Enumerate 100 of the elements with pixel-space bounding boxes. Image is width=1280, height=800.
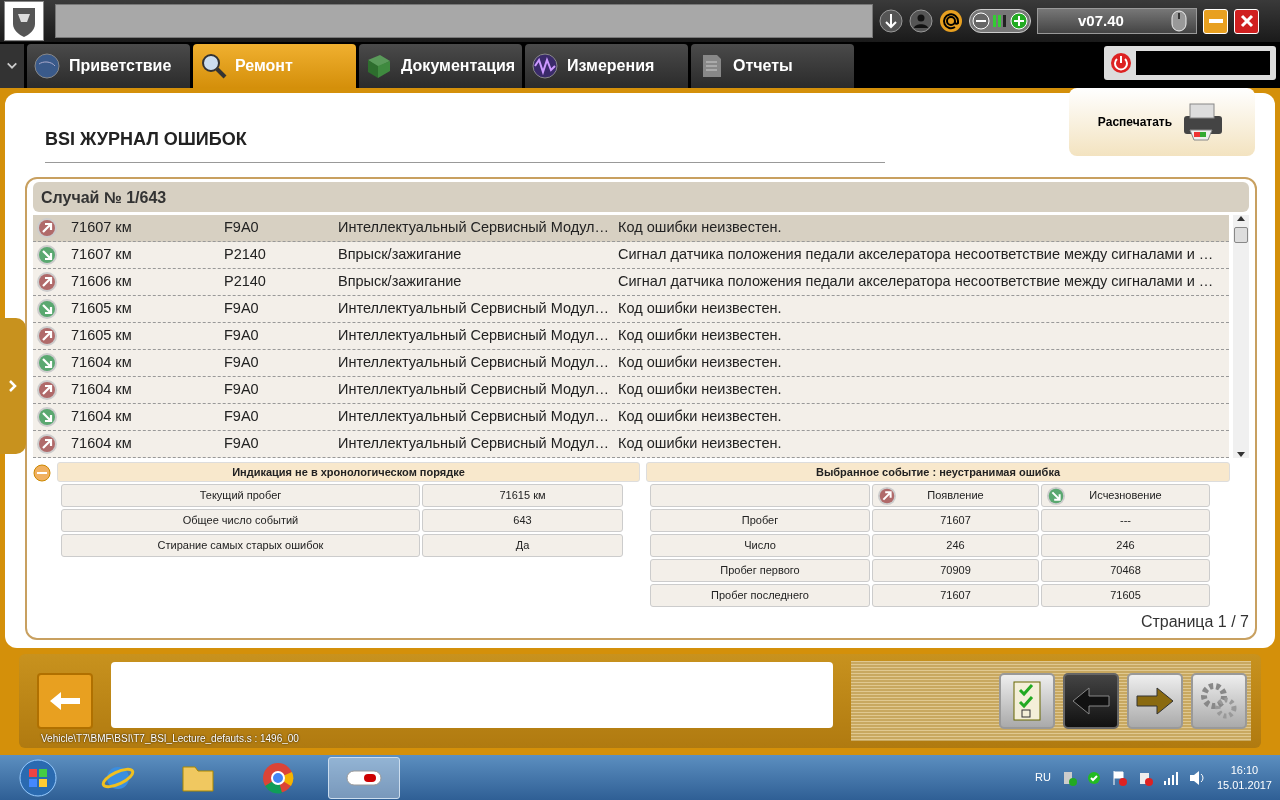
windows-logo-icon [19,758,57,797]
search-icon [199,52,227,80]
code-cell-text: F9A0 [224,326,260,346]
check-icon[interactable] [1086,770,1101,785]
system-cell-text: Впрыск/зажигание [338,272,463,292]
code-cell-text: F9A0 [224,218,260,238]
fault-row[interactable]: 71604 км F9A0 Интеллектуальный Сервисный Модул… Код ошибки неизвестен. [33,404,1229,431]
signal-icon[interactable] [1162,770,1179,785]
system-cell-text: Интеллектуальный Сервисный Модул… [338,407,611,427]
label-cell: Пробег последнего [650,584,870,607]
value-cell: 643 [422,509,623,532]
fault-row[interactable]: 71605 км F9A0 Интеллектуальный Сервисный Модул… Код ошибки неизвестен. [33,323,1229,350]
value-cell: 71615 км [422,484,623,507]
print-button[interactable]: Распечатать [1069,88,1255,156]
right-arrow-icon [1135,686,1175,716]
fault-row[interactable]: 71604 км F9A0 Интеллектуальный Сервисный Модул… Код ошибки неизвестен. [33,431,1229,458]
mileage-cell-text: 71606 км [71,272,133,292]
mileage-cell-text: 71604 км [71,407,133,427]
user-icon[interactable] [909,9,933,33]
clock[interactable]: 16:10 15.01.2017 [1216,762,1272,793]
checklist-button[interactable] [999,673,1055,729]
close-button[interactable] [1234,8,1259,34]
code-cell-text: P2140 [224,272,267,292]
column-header: Появление [872,484,1039,507]
description-cell-text: Код ошибки неизвестен. [618,326,783,346]
fault-row[interactable]: 71605 км F9A0 Интеллектуальный Сервисный Модул… Код ошибки неизвестен. [33,296,1229,323]
value-cell: 70909 [872,559,1039,582]
minimize-button[interactable] [1203,8,1228,34]
power-icon[interactable] [1110,52,1132,74]
menu-chevron-button[interactable] [0,44,24,88]
plus-icon[interactable] [1010,12,1028,30]
previous-button[interactable] [1063,673,1119,729]
left-arrow-icon [48,690,82,712]
description-cell-text: Код ошибки неизвестен. [618,407,783,427]
description-cell-text: Сигнал датчика положения педали акселератора несоответствие между сигналами и … [618,272,1215,292]
speaker-icon[interactable] [1188,769,1207,786]
language-indicator[interactable]: RU [1035,769,1051,786]
label-cell: Стирание самых старых ошибок [61,534,420,557]
script-path: Vehicle\T7\BMF\BSI\T7_BSI_Lecture_defauts.s : 1496_00 [41,732,299,746]
waveform-icon [531,52,559,80]
scroll-down-icon[interactable] [1237,452,1245,458]
settings-button[interactable] [1191,673,1247,729]
section-header: Выбранное событие : неустранимая ошибка [646,462,1230,482]
mileage-cell-text: 71604 км [71,434,133,454]
value-cell: 70468 [1041,559,1210,582]
label-cell: Текущий пробег [61,484,420,507]
back-button[interactable] [37,673,93,729]
mileage-cell-text: 71605 км [71,299,133,319]
mouse-icon [1170,10,1188,32]
code-cell-text: P2140 [224,245,267,265]
tab[interactable]: Отчеты [691,44,854,88]
scroll-up-icon[interactable] [1237,215,1245,221]
collapse-icon[interactable] [33,464,51,482]
fault-row[interactable]: 71604 км F9A0 Интеллектуальный Сервисный Модул… Код ошибки неизвестен. [33,377,1229,404]
next-button[interactable] [1127,673,1183,729]
tab[interactable]: Документация [359,44,522,88]
left-arrow-icon [1071,686,1111,716]
close-icon [1239,14,1254,28]
app-taskbar-icon[interactable] [328,756,400,799]
code-cell-text: F9A0 [224,353,260,373]
at-sign-icon[interactable] [939,9,963,33]
fault-row[interactable]: 71607 км F9A0 Интеллектуальный Сервисный Модул… Код ошибки неизвестен. [33,215,1229,242]
settings-icon [1199,681,1239,721]
label-cell: Общее число событий [61,509,420,532]
mileage-cell-text: 71607 км [71,218,133,238]
section-header: Индикация не в хронологическом порядке [57,462,640,482]
version-label: v07.40 [1037,8,1197,34]
fault-row[interactable]: 71607 км P2140 Впрыск/зажигание Сигнал датчика положения педали акселератора несоответствие между сигналами и … [33,242,1229,269]
value-cell: 246 [1041,534,1210,557]
fault-row[interactable]: 71606 км P2140 Впрыск/зажигание Сигнал датчика положения педали акселератора несоответствие между сигналами и … [33,269,1229,296]
value-cell: --- [1041,509,1210,532]
mileage-cell-text: 71607 км [71,245,133,265]
minimize-icon [1208,19,1223,23]
chevron-right-icon [8,379,18,393]
system-cell-text: Интеллектуальный Сервисный Модул… [338,353,611,373]
description-cell-text: Код ошибки неизвестен. [618,299,783,319]
value-cell: Да [422,534,623,557]
globe-icon [33,52,61,80]
side-panel-toggle[interactable] [0,318,26,454]
code-cell-text: F9A0 [224,407,260,427]
level-control[interactable] [969,9,1031,33]
description-cell-text: Код ошибки неизвестен. [618,434,783,454]
minus-icon[interactable] [972,12,990,30]
code-cell-text: F9A0 [224,380,260,400]
page-title: BSI ЖУРНАЛ ОШИБОК [45,93,885,163]
tab[interactable]: Измерения [525,44,688,88]
label-cell: Пробег первого [650,559,870,582]
code-cell-text: F9A0 [224,434,260,454]
scroll-thumb[interactable] [1234,227,1248,243]
fault-row[interactable]: 71604 км F9A0 Интеллектуальный Сервисный Модул… Код ошибки неизвестен. [33,350,1229,377]
mileage-cell-text: 71604 км [71,380,133,400]
description-cell-text: Код ошибки неизвестен. [618,353,783,373]
value-cell: 71607 [872,584,1039,607]
tab[interactable]: Приветствие [27,44,190,88]
flag-icon[interactable] [1110,769,1127,786]
scrollbar[interactable] [1233,215,1249,458]
code-cell-text: F9A0 [224,299,260,319]
mileage-cell-text: 71605 км [71,326,133,346]
value-cell: 246 [872,534,1039,557]
label-cell: Пробег [650,509,870,532]
